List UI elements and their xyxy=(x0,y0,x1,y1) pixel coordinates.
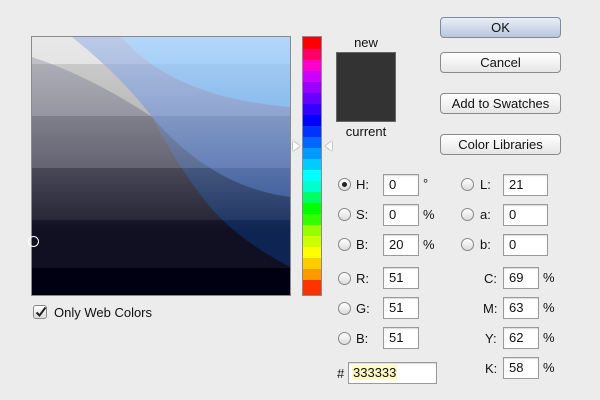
radio-b-hsb[interactable] xyxy=(338,238,351,251)
label-y: Y: xyxy=(485,331,497,346)
b-hsb-field[interactable]: 20 xyxy=(383,234,419,256)
radio-g[interactable] xyxy=(338,302,351,315)
swatch-new-label: new xyxy=(354,35,378,50)
only-web-colors-checkbox[interactable] xyxy=(33,305,47,319)
b-rgb-field[interactable]: 51 xyxy=(383,327,419,349)
radio-b-rgb[interactable] xyxy=(338,332,351,345)
unit-m: % xyxy=(543,300,555,315)
l-field[interactable]: 21 xyxy=(503,174,548,196)
label-r: R: xyxy=(356,271,369,286)
hue-marker-left-icon[interactable] xyxy=(293,141,300,151)
b-lab-field[interactable]: 0 xyxy=(503,234,548,256)
radio-h[interactable] xyxy=(338,178,351,191)
color-field[interactable] xyxy=(31,36,291,296)
radio-s[interactable] xyxy=(338,208,351,221)
label-s: S: xyxy=(356,207,369,222)
label-l: L: xyxy=(480,177,491,192)
unit-s: % xyxy=(423,207,435,222)
label-g: G: xyxy=(356,301,370,316)
only-web-colors-label[interactable]: Only Web Colors xyxy=(54,305,152,320)
swatch-current-label: current xyxy=(345,124,387,139)
y-field[interactable]: 62 xyxy=(503,327,539,349)
hex-label: # xyxy=(337,366,345,381)
h-field[interactable]: 0 xyxy=(383,174,419,196)
a-field[interactable]: 0 xyxy=(503,204,548,226)
hex-value: 333333 xyxy=(352,365,398,380)
unit-k: % xyxy=(543,360,555,375)
radio-l[interactable] xyxy=(461,178,474,191)
unit-h: ° xyxy=(423,176,429,191)
label-m: M: xyxy=(483,301,498,316)
c-field[interactable]: 69 xyxy=(503,267,539,289)
r-field[interactable]: 51 xyxy=(383,267,419,289)
unit-c: % xyxy=(543,270,555,285)
radio-r[interactable] xyxy=(338,272,351,285)
color-libraries-button[interactable]: Color Libraries xyxy=(440,134,561,155)
add-to-swatches-button[interactable]: Add to Swatches xyxy=(440,93,561,114)
label-a: a: xyxy=(480,207,491,222)
label-b-lab: b: xyxy=(480,237,491,252)
radio-a[interactable] xyxy=(461,208,474,221)
unit-b-hsb: % xyxy=(423,237,435,252)
hex-field[interactable]: 333333 xyxy=(348,362,437,384)
label-k: K: xyxy=(485,361,498,376)
hue-marker-right-icon[interactable] xyxy=(325,141,332,151)
checkmark-icon xyxy=(35,306,47,318)
field-cursor[interactable] xyxy=(28,236,39,247)
radio-b-lab[interactable] xyxy=(461,238,474,251)
ok-button[interactable]: OK xyxy=(440,17,561,38)
swatch-new xyxy=(336,52,396,122)
label-c: C: xyxy=(484,271,497,286)
k-field[interactable]: 58 xyxy=(503,357,539,379)
m-field[interactable]: 63 xyxy=(503,297,539,319)
unit-y: % xyxy=(543,330,555,345)
s-field[interactable]: 0 xyxy=(383,204,419,226)
cancel-button[interactable]: Cancel xyxy=(440,52,561,73)
label-b-rgb: B: xyxy=(356,331,369,346)
g-field[interactable]: 51 xyxy=(383,297,419,319)
hue-slider[interactable] xyxy=(302,36,322,296)
label-b-hsb: B: xyxy=(356,237,369,252)
label-h: H: xyxy=(356,177,369,192)
